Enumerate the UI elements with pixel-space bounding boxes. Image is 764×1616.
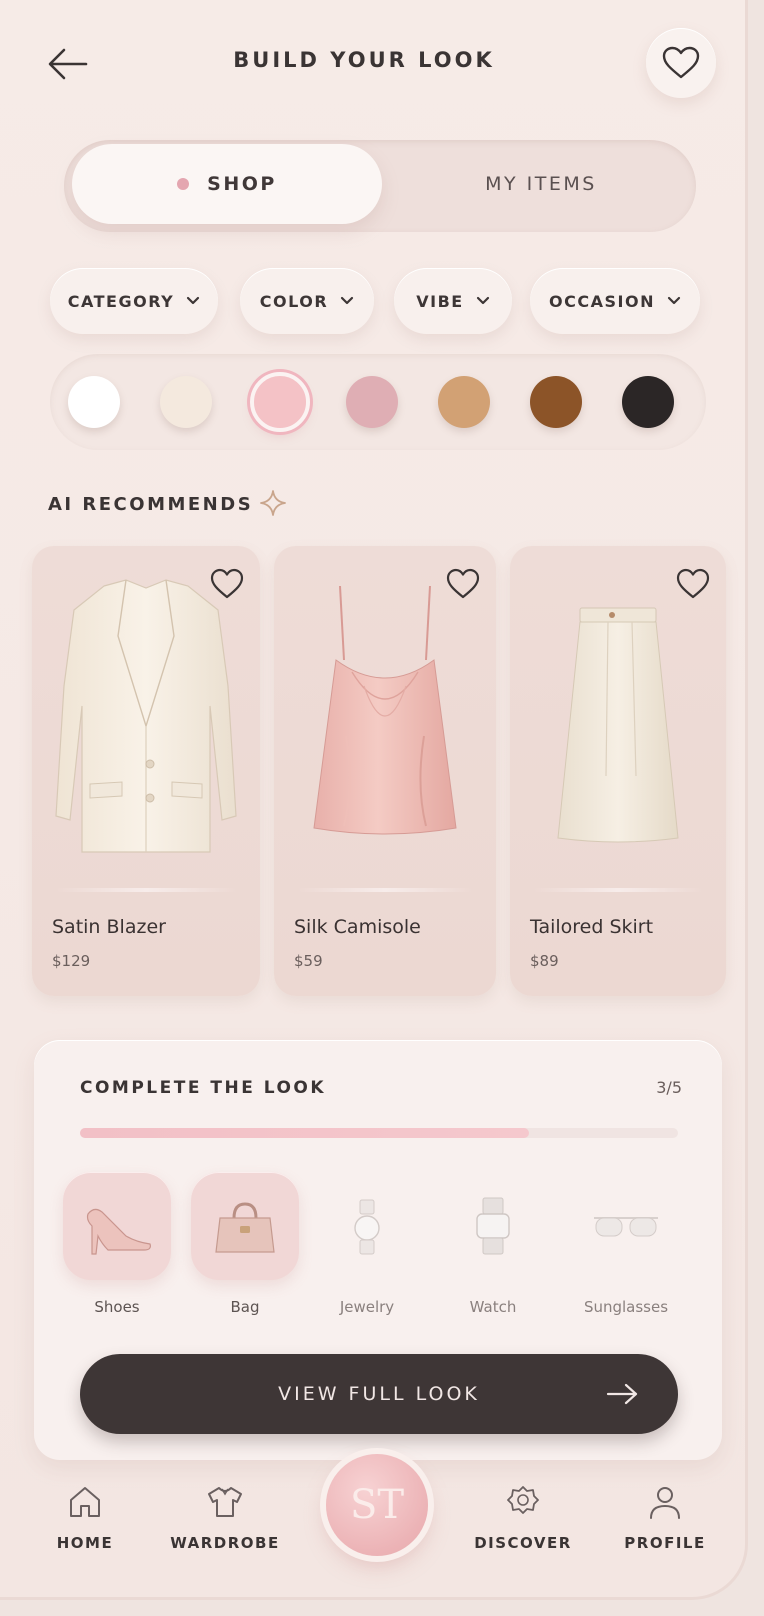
profile-icon xyxy=(650,1487,680,1519)
complete-the-look-panel: COMPLETE THE LOOK 3/5 Shoes Bag Jewelry … xyxy=(34,1040,722,1460)
watch-icon xyxy=(476,1197,510,1255)
satin-blazer-image xyxy=(55,579,237,853)
swatch-cream[interactable] xyxy=(160,376,212,428)
tab-shop-label: SHOP xyxy=(207,173,277,195)
product-price: $89 xyxy=(530,952,559,970)
tab-shop[interactable]: SHOP xyxy=(72,144,382,224)
app-screen: BUILD YOUR LOOK SHOP MY ITEMS CATEGORY C… xyxy=(0,0,748,1600)
accessory-sunglasses[interactable]: Sunglasses xyxy=(566,1172,686,1316)
look-progress-count: 3/5 xyxy=(656,1078,682,1097)
card-divider xyxy=(534,888,702,892)
monogram-label: ST xyxy=(349,1482,405,1528)
card-divider xyxy=(298,888,472,892)
tailored-skirt-image xyxy=(557,607,679,843)
tab-my-items[interactable]: MY ITEMS xyxy=(394,144,688,224)
filter-vibe[interactable]: VIBE xyxy=(394,268,512,334)
accessory-label: Shoes xyxy=(94,1298,140,1316)
accessory-tile xyxy=(572,1172,680,1280)
product-name: Tailored Skirt xyxy=(530,916,654,938)
jewelry-icon xyxy=(354,1199,380,1255)
nav-label: HOME xyxy=(56,1534,114,1552)
home-icon xyxy=(70,1487,100,1517)
filter-label: COLOR xyxy=(259,291,329,311)
chevron-down-icon xyxy=(667,296,681,305)
chevron-down-icon xyxy=(476,296,489,305)
swatch-white[interactable] xyxy=(68,376,120,428)
accessory-tile xyxy=(191,1172,299,1280)
product-price: $129 xyxy=(52,952,91,970)
discover-icon xyxy=(507,1486,539,1514)
swatch-brown[interactable] xyxy=(530,376,582,428)
card-divider xyxy=(56,888,236,892)
product-card-silk-camisole[interactable]: Silk Camisole $59 xyxy=(274,546,496,996)
favorite-button[interactable] xyxy=(646,28,716,98)
filter-label: OCCASION xyxy=(549,291,655,311)
filter-category[interactable]: CATEGORY xyxy=(50,268,218,334)
product-price: $59 xyxy=(294,952,323,970)
sparkle-icon xyxy=(260,490,286,516)
nav-discover[interactable]: DISCOVER xyxy=(458,1482,588,1552)
nav-label: PROFILE xyxy=(624,1534,706,1552)
accessory-label: Bag xyxy=(230,1298,260,1316)
filter-label: CATEGORY xyxy=(67,291,175,311)
product-card-tailored-skirt[interactable]: Tailored Skirt $89 xyxy=(510,546,726,996)
panel-title: COMPLETE THE LOOK xyxy=(80,1078,327,1098)
look-progress-fill xyxy=(80,1128,529,1138)
nav-label: DISCOVER xyxy=(474,1534,572,1552)
filter-label: VIBE xyxy=(416,291,464,311)
page-title: BUILD YOUR LOOK xyxy=(233,48,495,72)
accessory-watch[interactable]: Watch xyxy=(438,1172,548,1316)
accessory-label: Sunglasses xyxy=(583,1298,669,1316)
color-swatch-bar xyxy=(50,354,706,450)
accessory-label: Jewelry xyxy=(339,1298,395,1316)
shop-items-toggle: SHOP MY ITEMS xyxy=(64,140,696,232)
cta-label: VIEW FULL LOOK xyxy=(278,1383,480,1405)
swatch-blush[interactable] xyxy=(250,372,310,432)
accessory-shoes[interactable]: Shoes xyxy=(62,1172,172,1316)
arrow-right-icon xyxy=(606,1383,638,1405)
sunglasses-icon xyxy=(594,1217,658,1237)
product-card-satin-blazer[interactable]: Satin Blazer $129 xyxy=(32,546,260,996)
filter-occasion[interactable]: OCCASION xyxy=(530,268,700,334)
product-name: Satin Blazer xyxy=(52,916,166,938)
nav-label: WARDROBE xyxy=(170,1534,280,1552)
active-dot-icon xyxy=(177,178,190,190)
accessory-tile xyxy=(313,1172,421,1280)
accessory-label: Watch xyxy=(469,1298,517,1316)
product-name: Silk Camisole xyxy=(294,916,421,938)
view-full-look-button[interactable]: VIEW FULL LOOK xyxy=(80,1354,678,1434)
chevron-down-icon xyxy=(187,296,200,305)
chevron-down-icon xyxy=(341,296,354,305)
accessory-bag[interactable]: Bag xyxy=(190,1172,300,1316)
look-progress-bar xyxy=(80,1128,678,1138)
silk-camisole-image xyxy=(313,585,457,835)
heel-shoe-icon xyxy=(86,1208,151,1255)
swatch-dusty-pink[interactable] xyxy=(346,376,398,428)
accessory-tile xyxy=(439,1172,547,1280)
section-title-ai-recommends: AI RECOMMENDS xyxy=(48,494,254,515)
handbag-icon xyxy=(215,1202,275,1253)
heart-icon xyxy=(662,46,700,79)
wardrobe-icon xyxy=(208,1487,242,1517)
accessory-tile xyxy=(63,1172,171,1280)
nav-home[interactable]: HOME xyxy=(20,1482,150,1552)
filter-color[interactable]: COLOR xyxy=(240,268,374,334)
swatch-black[interactable] xyxy=(622,376,674,428)
swatch-tan[interactable] xyxy=(438,376,490,428)
nav-wardrobe[interactable]: WARDROBE xyxy=(160,1482,290,1552)
nav-profile[interactable]: PROFILE xyxy=(600,1482,730,1552)
center-monogram-button[interactable]: ST xyxy=(326,1454,428,1556)
tab-my-items-label: MY ITEMS xyxy=(485,173,597,195)
accessory-jewelry[interactable]: Jewelry xyxy=(312,1172,422,1316)
